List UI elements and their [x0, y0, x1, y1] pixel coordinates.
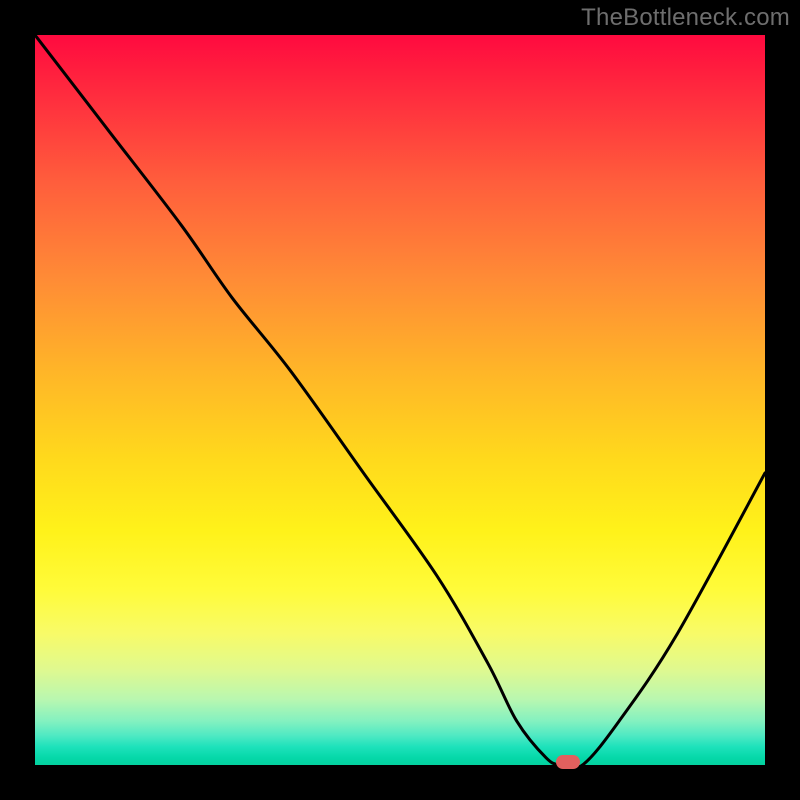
- bottleneck-marker: [556, 755, 580, 769]
- chart-container: TheBottleneck.com: [0, 0, 800, 800]
- bottleneck-curve: [35, 35, 765, 765]
- plot-area: [35, 35, 765, 765]
- watermark-text: TheBottleneck.com: [581, 4, 790, 32]
